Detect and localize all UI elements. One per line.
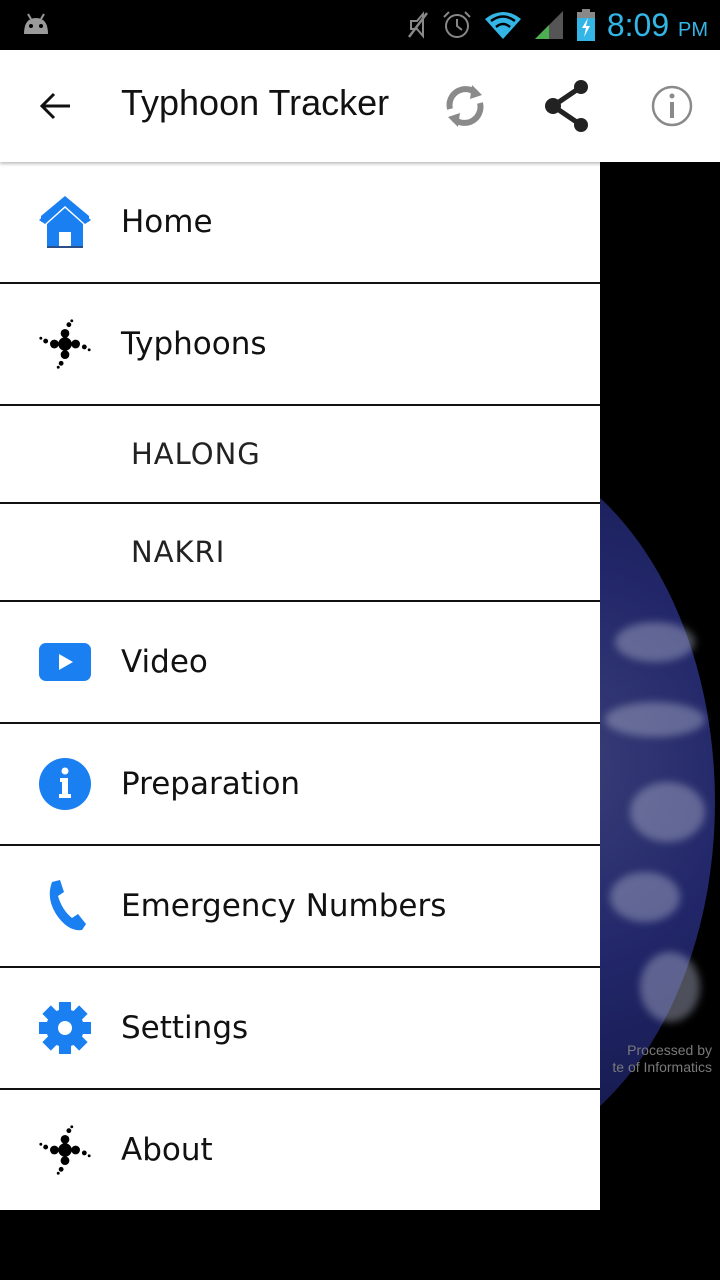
drawer-item-about[interactable]: About [0, 1090, 600, 1210]
phone-icon [36, 877, 94, 935]
drawer-item-halong[interactable]: HALONG [0, 406, 600, 504]
drawer-item-label: Home [121, 204, 213, 240]
back-button[interactable] [36, 86, 76, 126]
drawer-item-label: Emergency Numbers [121, 888, 447, 924]
drawer-item-label: Video [121, 644, 208, 680]
share-button[interactable] [540, 78, 596, 134]
drawer-item-home[interactable]: Home [0, 162, 600, 284]
android-icon [24, 13, 48, 34]
drawer-item-emergency-numbers[interactable]: Emergency Numbers [0, 846, 600, 968]
clock: 8:09 PM [606, 6, 708, 43]
drawer-item-label: About [121, 1132, 213, 1168]
drawer-item-label: Typhoons [121, 326, 267, 362]
battery-charging-icon [576, 9, 595, 41]
drawer-item-nakri[interactable]: NAKRI [0, 504, 600, 602]
share-icon [545, 80, 588, 132]
info-button[interactable] [644, 78, 700, 134]
app-title: Typhoon Tracker [121, 82, 390, 123]
home-icon [36, 193, 94, 251]
info-icon [651, 85, 693, 127]
info-circle-icon [36, 755, 94, 813]
satellite-image: Processed by te of Informatics [600, 162, 720, 1210]
gear-icon [36, 999, 94, 1057]
mute-icon [407, 11, 428, 39]
typhoon-icon [36, 1121, 94, 1179]
wifi-icon [484, 12, 521, 39]
drawer-item-settings[interactable]: Settings [0, 968, 600, 1090]
navigation-drawer: Home Typhoons HALONG NAKRI Video Prepara… [0, 162, 600, 1210]
drawer-item-label: Preparation [121, 766, 301, 802]
app-bar: Typhoon Tracker [0, 50, 720, 162]
video-play-icon [36, 633, 94, 691]
image-credit: Processed by te of Informatics [612, 1042, 712, 1075]
drawer-item-video[interactable]: Video [0, 602, 600, 724]
signal-icon [534, 11, 563, 39]
drawer-item-preparation[interactable]: Preparation [0, 724, 600, 846]
refresh-icon [446, 85, 484, 127]
status-bar: 8:09 PM [0, 0, 720, 50]
drawer-item-typhoons[interactable]: Typhoons [0, 284, 600, 406]
drawer-item-label: NAKRI [131, 535, 226, 569]
typhoon-icon [36, 315, 94, 373]
bottom-bar [0, 1210, 720, 1280]
refresh-button[interactable] [437, 78, 493, 134]
drawer-item-label: HALONG [131, 437, 261, 471]
alarm-icon [443, 11, 471, 38]
drawer-item-label: Settings [121, 1010, 249, 1046]
